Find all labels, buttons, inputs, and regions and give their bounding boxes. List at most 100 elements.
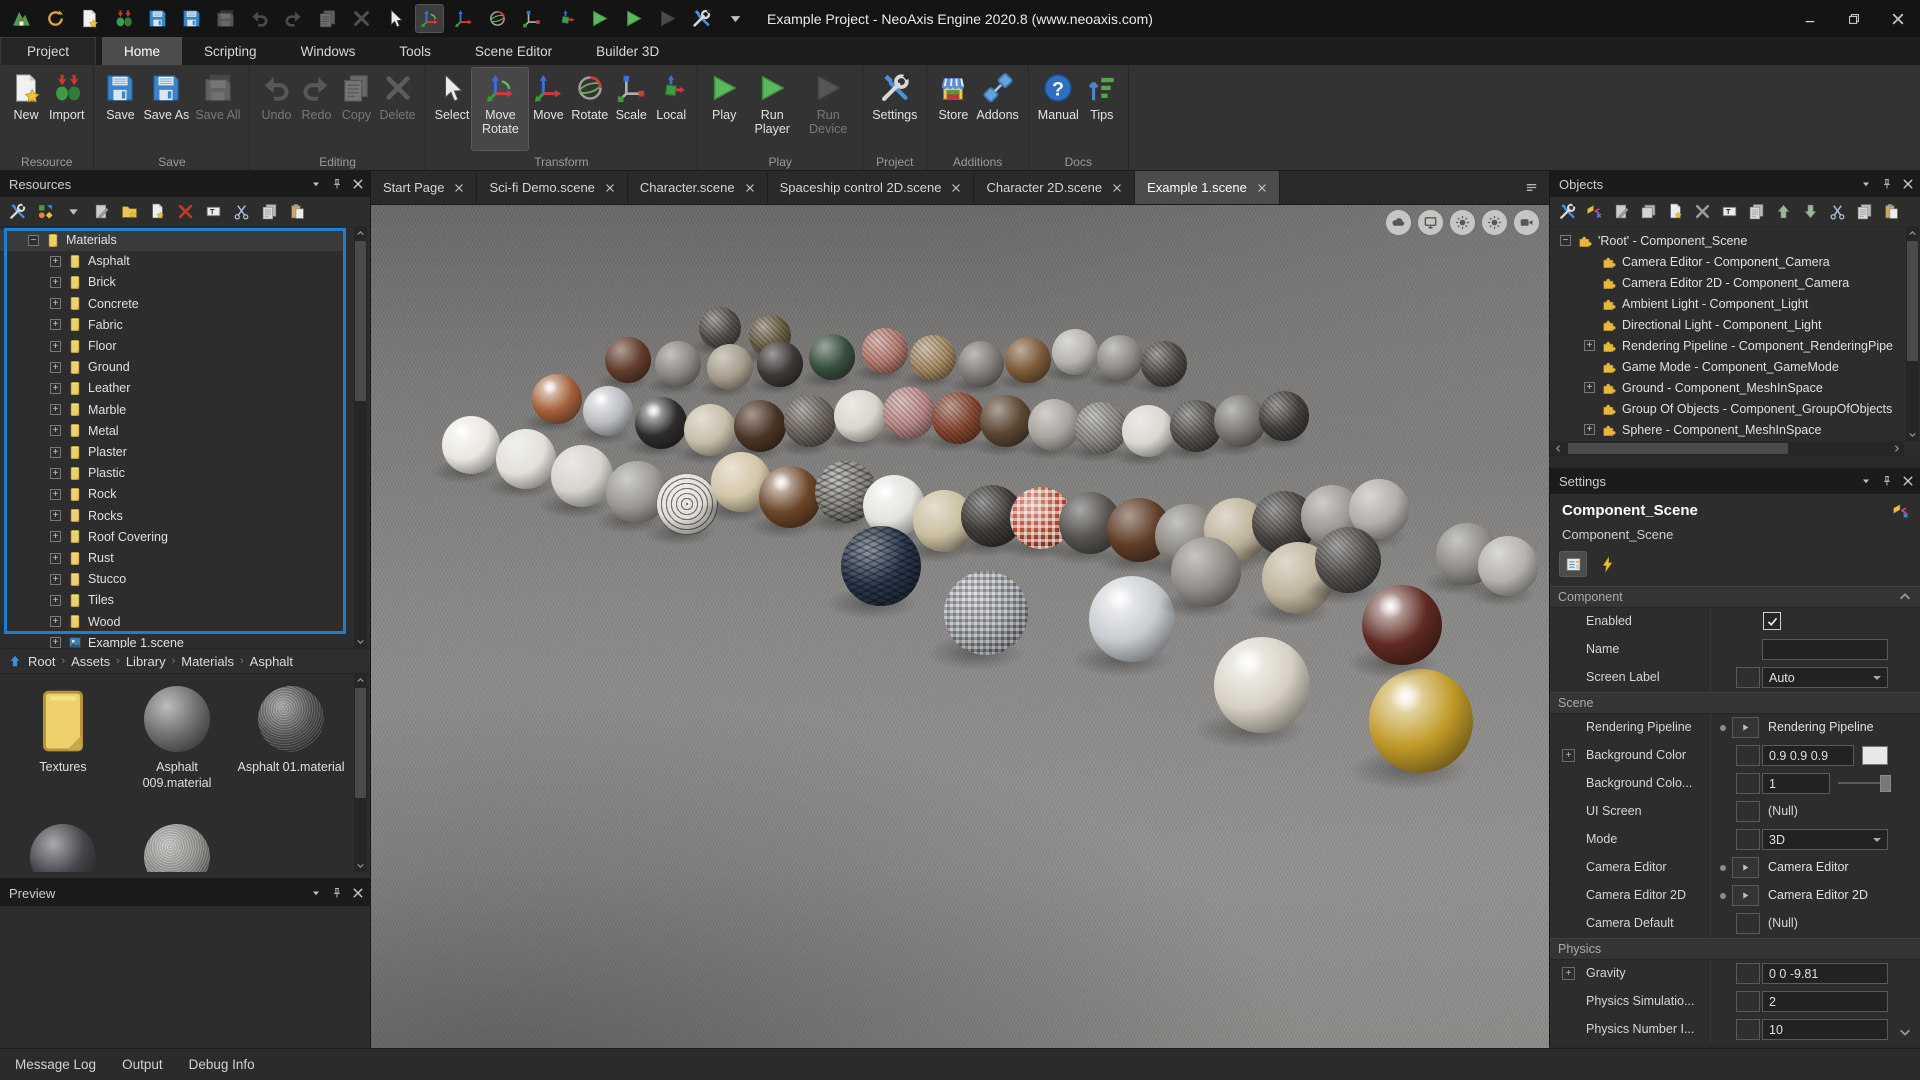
wrench-icon[interactable]	[1559, 203, 1576, 220]
tree-item-leather[interactable]: +Leather	[0, 378, 344, 399]
tree-expander[interactable]: +	[50, 531, 61, 542]
tree-expander[interactable]: +	[50, 489, 61, 500]
scroll-down-icon[interactable]	[1898, 1025, 1912, 1039]
minimize-button[interactable]	[1788, 0, 1832, 37]
maximize-button[interactable]	[1832, 0, 1876, 37]
material-sphere[interactable]	[834, 390, 886, 442]
property-dropdown[interactable]: Auto	[1762, 667, 1888, 688]
property-default-box[interactable]	[1736, 963, 1760, 984]
run-player-button[interactable]: Run Player	[744, 68, 800, 150]
material-sphere[interactable]	[1214, 637, 1310, 733]
tree-item-rock[interactable]: +Rock	[0, 484, 344, 505]
editpage-icon[interactable]	[93, 203, 110, 220]
material-sphere[interactable]	[1028, 399, 1080, 451]
save-as-icon[interactable]	[178, 5, 205, 32]
scene-tab-character-scene[interactable]: Character.scene	[628, 171, 768, 204]
panel-menu-icon[interactable]	[1860, 178, 1872, 190]
move-button[interactable]: Move	[528, 68, 568, 150]
tree-item-fabric[interactable]: +Fabric	[0, 314, 344, 335]
rotate-button[interactable]: Rotate	[568, 68, 611, 150]
material-sphere[interactable]	[442, 416, 500, 474]
material-sphere[interactable]	[496, 429, 556, 489]
more-icon[interactable]	[722, 5, 749, 32]
close-icon[interactable]	[1902, 178, 1914, 190]
events-tab[interactable]	[1594, 552, 1620, 576]
material-sphere[interactable]	[699, 307, 741, 349]
tree-expander[interactable]: +	[50, 341, 61, 352]
tree-item-ground[interactable]: +Ground	[0, 357, 344, 378]
object-item[interactable]: Camera Editor - Component_Camera	[1550, 251, 1904, 272]
material-sphere[interactable]	[883, 387, 935, 439]
material-sphere[interactable]	[684, 404, 736, 456]
tree-expander[interactable]: +	[50, 362, 61, 373]
property-text-field[interactable]: 2	[1762, 991, 1888, 1012]
property-text-field[interactable]: 0 0 -9.81	[1762, 963, 1888, 984]
tree-expander[interactable]: +	[50, 574, 61, 585]
move-rotate-icon[interactable]	[416, 5, 443, 32]
scissors-icon[interactable]	[1829, 203, 1846, 220]
material-sphere[interactable]	[734, 400, 786, 452]
tree-expander[interactable]: +	[1584, 382, 1595, 393]
reference-value[interactable]: Camera Editor 2D	[1768, 888, 1868, 902]
material-sphere[interactable]	[707, 344, 753, 390]
scene-tab-spaceship-control-2d-scene[interactable]: Spaceship control 2D.scene	[768, 171, 975, 204]
breadcrumb-item-asphalt[interactable]: Asphalt	[250, 654, 293, 669]
tree-item-metal[interactable]: +Metal	[0, 420, 344, 441]
material-sphere[interactable]	[757, 341, 803, 387]
reference-go-button[interactable]	[1732, 857, 1759, 878]
reference-go-button[interactable]	[1732, 885, 1759, 906]
resources-tree-scrollbar[interactable]	[354, 227, 367, 648]
save-button[interactable]: Save	[100, 68, 140, 150]
material-sphere[interactable]	[1122, 405, 1174, 457]
folderstar-icon[interactable]	[121, 203, 138, 220]
material-sphere[interactable]	[1052, 329, 1098, 375]
material-sphere[interactable]	[1005, 337, 1051, 383]
tree-expander[interactable]: +	[50, 637, 61, 648]
tree-item-asphalt[interactable]: +Asphalt	[0, 251, 344, 272]
scale-icon[interactable]	[518, 5, 545, 32]
material-sphere[interactable]	[635, 397, 687, 449]
monitor-button[interactable]	[1418, 210, 1443, 235]
file-item-partial[interactable]	[120, 810, 234, 872]
property-default-box[interactable]	[1736, 667, 1760, 688]
tree-expander[interactable]: +	[50, 616, 61, 627]
status-tab-output[interactable]: Output	[122, 1057, 163, 1072]
property-default-box[interactable]	[1736, 1019, 1760, 1040]
tree-item-marble[interactable]: +Marble	[0, 399, 344, 420]
material-sphere[interactable]	[551, 445, 613, 507]
scroll-down-icon[interactable]	[354, 859, 367, 872]
frame-icon[interactable]	[1721, 203, 1738, 220]
property-text-field[interactable]: 10	[1762, 1019, 1888, 1040]
tree-item-concrete[interactable]: +Concrete	[0, 293, 344, 314]
breadcrumb-up-icon[interactable]	[8, 654, 22, 668]
move-icon[interactable]	[450, 5, 477, 32]
tree-item-roof-covering[interactable]: +Roof Covering	[0, 526, 344, 547]
object-item[interactable]: +Sphere - Component_MeshInSpace	[1550, 419, 1904, 440]
material-sphere[interactable]	[1075, 402, 1127, 454]
material-sphere[interactable]	[944, 571, 1028, 655]
arrdn-icon[interactable]	[1802, 203, 1819, 220]
file-grid-scrollbar[interactable]	[354, 674, 367, 872]
refresh-icon[interactable]	[42, 5, 69, 32]
property-default-box[interactable]	[1736, 773, 1760, 794]
delete-icon[interactable]	[1694, 203, 1711, 220]
material-sphere[interactable]	[1259, 391, 1309, 441]
breadcrumb-item-root[interactable]: Root	[28, 654, 55, 669]
settings-icon[interactable]	[688, 5, 715, 32]
file-item-asphalt-009-material[interactable]: Asphalt 009.material	[120, 680, 234, 810]
scissors-icon[interactable]	[233, 203, 250, 220]
tree-item-materials[interactable]: −Materials	[0, 230, 344, 251]
scene-tab-start-page[interactable]: Start Page	[371, 171, 477, 204]
scroll-up-icon[interactable]	[354, 227, 367, 240]
material-sphere[interactable]	[1171, 537, 1241, 607]
reference-go-button[interactable]	[1732, 717, 1759, 738]
panel-menu-icon[interactable]	[310, 178, 322, 190]
breadcrumb-item-materials[interactable]: Materials	[181, 654, 234, 669]
tree-item-example-1-scene[interactable]: +Example 1.scene	[0, 632, 344, 648]
ribbon-tab-home[interactable]: Home	[102, 37, 182, 65]
material-sphere[interactable]	[980, 395, 1032, 447]
material-sphere[interactable]	[655, 341, 701, 387]
status-tab-message-log[interactable]: Message Log	[15, 1057, 96, 1072]
scroll-right-icon[interactable]	[1888, 441, 1904, 456]
tree-item-floor[interactable]: +Floor	[0, 336, 344, 357]
